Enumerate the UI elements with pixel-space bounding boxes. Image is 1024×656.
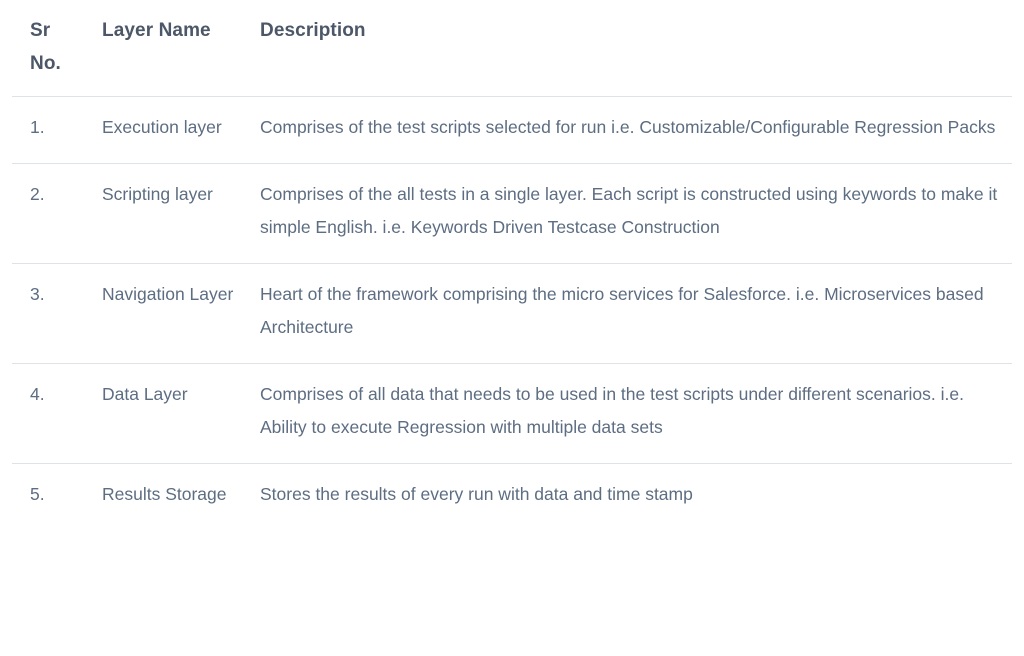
cell-description: Heart of the framework comprising the mi… bbox=[250, 263, 1012, 364]
table-row: 5. Results Storage Stores the results of… bbox=[12, 463, 1012, 529]
cell-layer-name: Scripting layer bbox=[88, 163, 250, 264]
cell-layer-name: Data Layer bbox=[88, 363, 250, 464]
cell-description: Comprises of the all tests in a single l… bbox=[250, 163, 1012, 264]
column-header-sr-no-line2: No. bbox=[30, 53, 61, 74]
cell-sr-no: 4. bbox=[12, 363, 88, 464]
cell-sr-no: 2. bbox=[12, 163, 88, 264]
cell-description: Comprises of all data that needs to be u… bbox=[250, 363, 1012, 464]
cell-sr-no: 1. bbox=[12, 96, 88, 164]
column-header-sr-no: Sr No. bbox=[12, 0, 88, 97]
cell-description: Comprises of the test scripts selected f… bbox=[250, 96, 1012, 164]
table-row: 4. Data Layer Comprises of all data that… bbox=[12, 363, 1012, 464]
column-header-description: Description bbox=[250, 0, 1012, 97]
cell-description-text: Comprises of all data that needs to be u… bbox=[260, 383, 964, 438]
cell-layer-name: Navigation Layer bbox=[88, 263, 250, 364]
cell-description: Stores the results of every run with dat… bbox=[250, 463, 1012, 529]
cell-sr-no: 5. bbox=[30, 483, 45, 504]
cell-description-text: Stores the results of every run with dat… bbox=[260, 483, 693, 504]
table-row: 1. Execution layer Comprises of the test… bbox=[12, 96, 1012, 164]
cell-description-text: Comprises of the all tests in a single l… bbox=[260, 183, 998, 238]
column-header-layer-name: Layer Name bbox=[88, 0, 250, 97]
cell-layer-name: Execution layer bbox=[88, 96, 250, 164]
cell-layer-name: Results Storage bbox=[102, 483, 227, 504]
cell-sr-no: 3. bbox=[12, 263, 88, 364]
table-header-row: Sr No. Layer Name Description bbox=[12, 0, 1012, 97]
table-header: Sr No. Layer Name Description bbox=[12, 0, 1012, 97]
cell-description-text: Heart of the framework comprising the mi… bbox=[260, 283, 984, 338]
table-body: 1. Execution layer Comprises of the test… bbox=[12, 96, 1012, 530]
cell-description-text: Comprises of the test scripts selected f… bbox=[260, 117, 996, 137]
column-header-sr-no-line1: Sr bbox=[30, 20, 51, 41]
document-body: Sr No. Layer Name Description 1. Executio… bbox=[0, 0, 1024, 656]
framework-layers-table: Sr No. Layer Name Description 1. Executio… bbox=[12, 0, 1012, 529]
table-row: 3. Navigation Layer Heart of the framewo… bbox=[12, 263, 1012, 364]
table-row: 2. Scripting layer Comprises of the all … bbox=[12, 163, 1012, 264]
